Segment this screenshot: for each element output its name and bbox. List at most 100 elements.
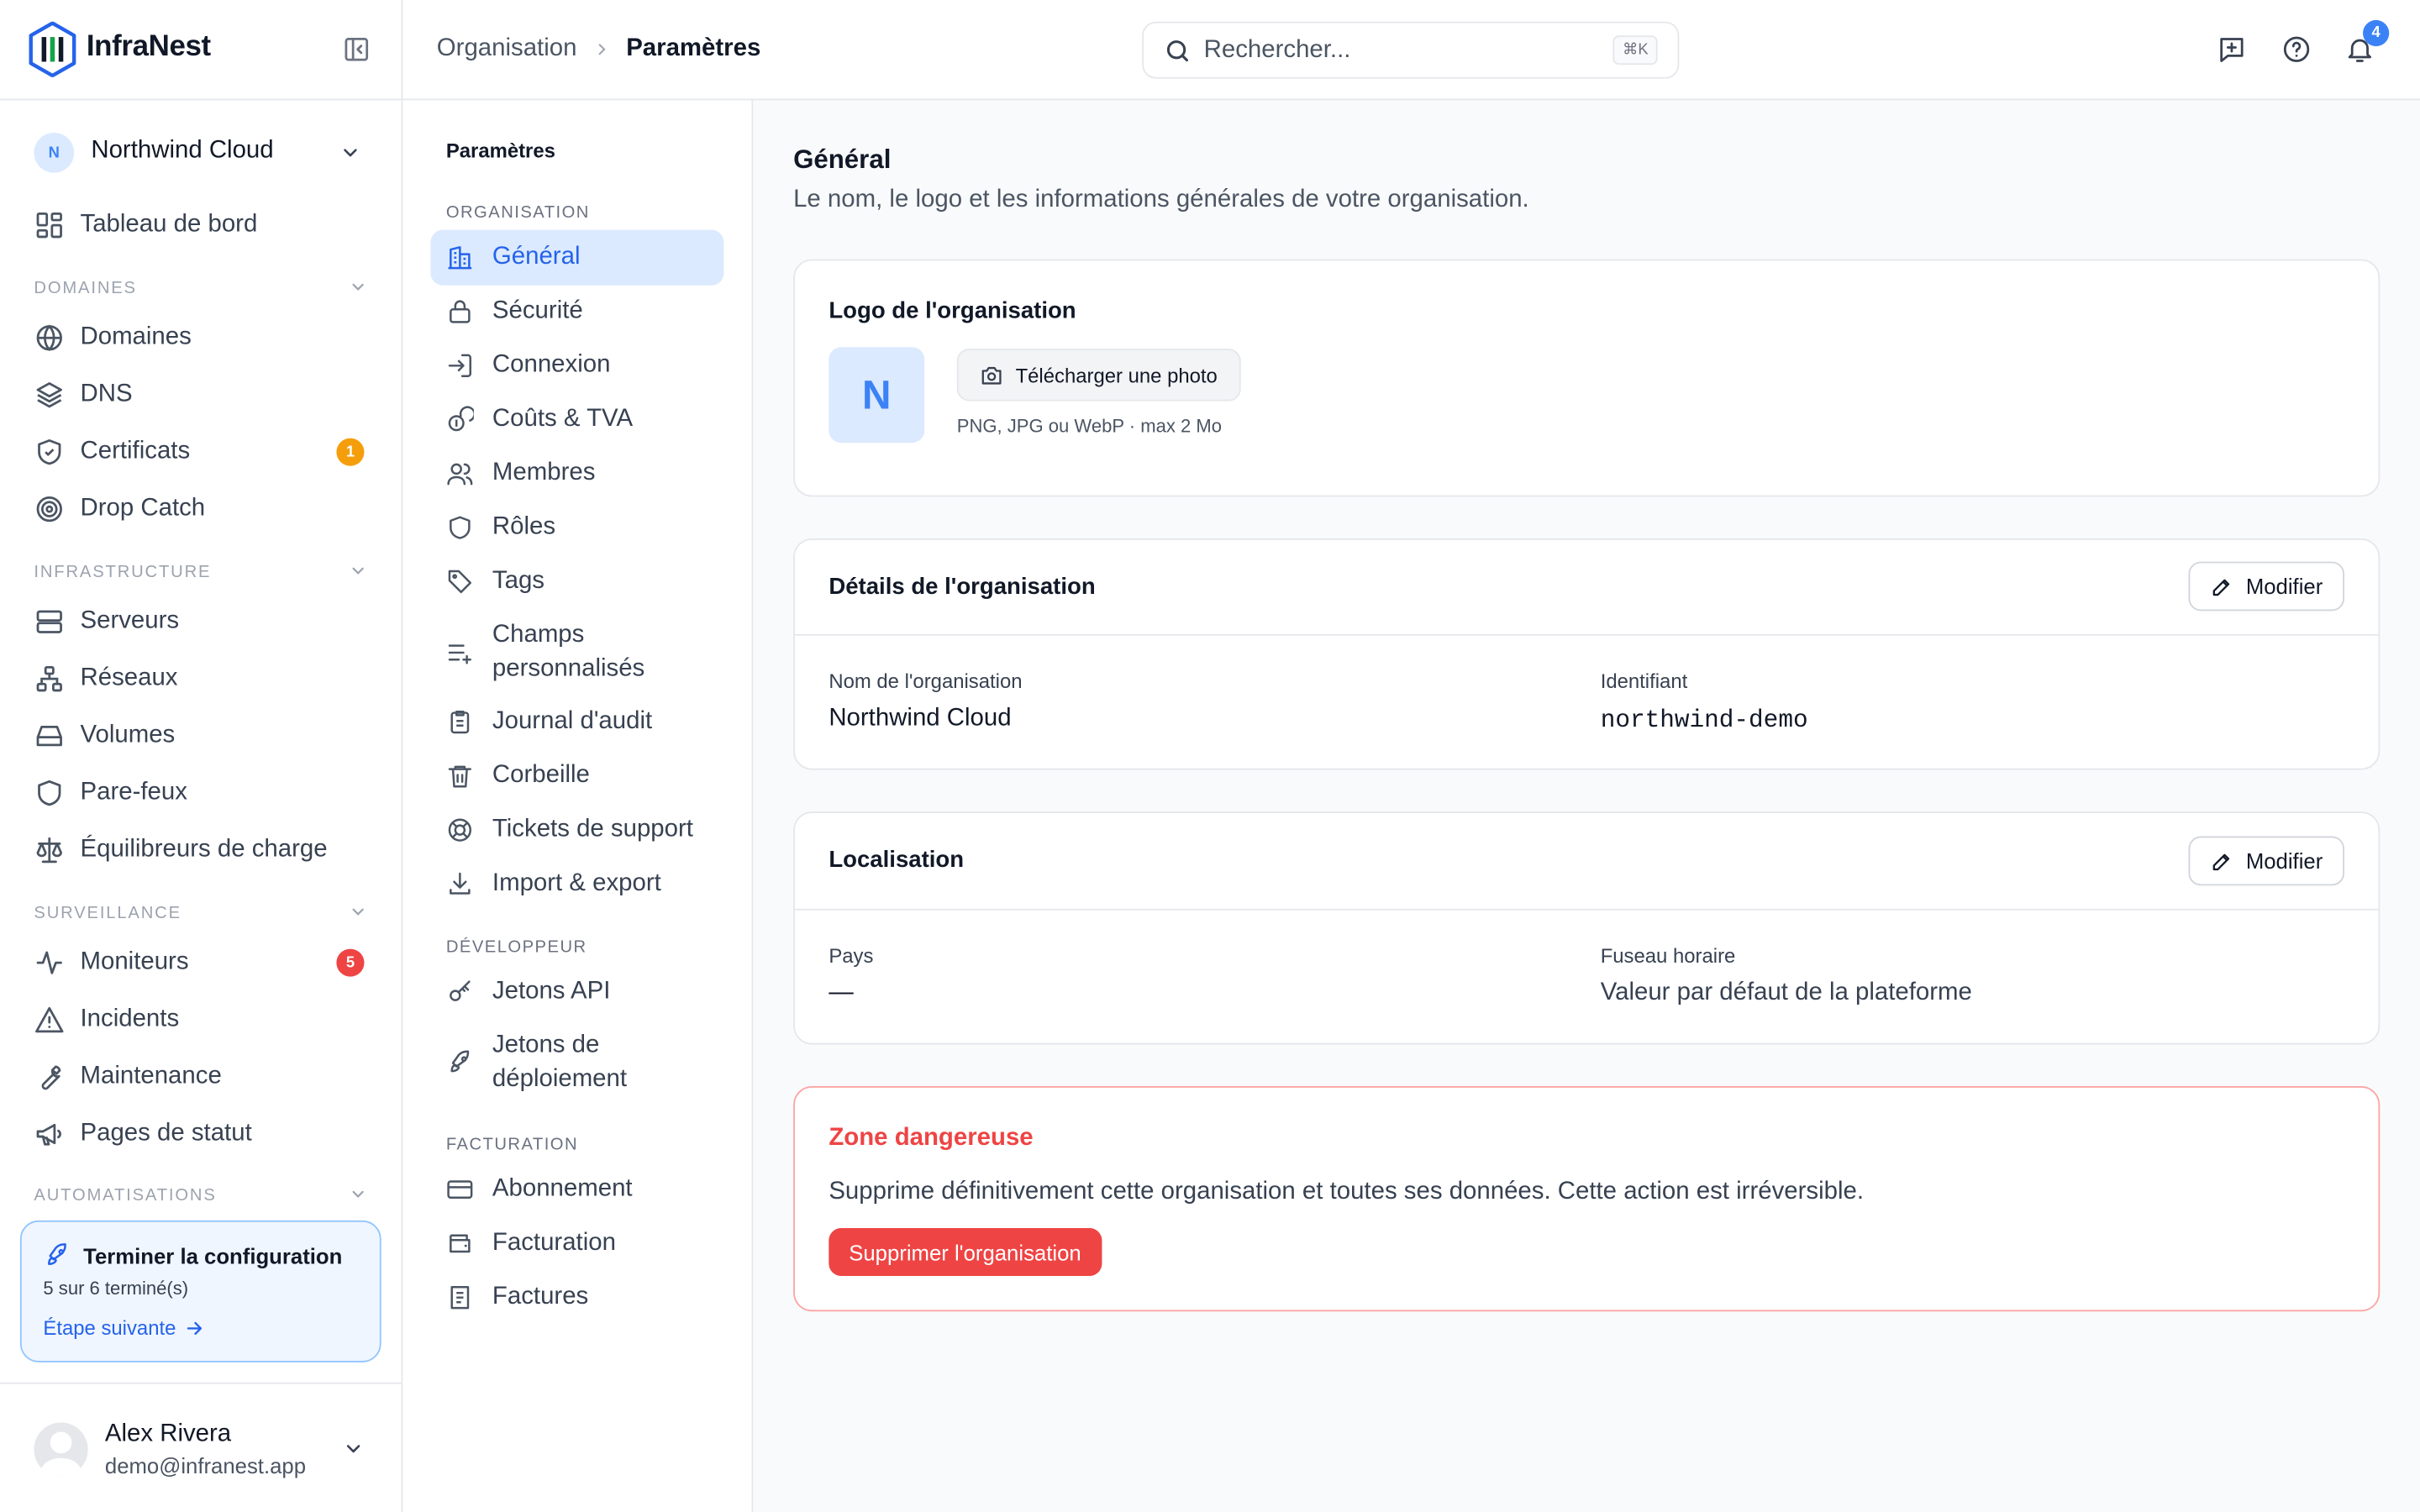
life-buoy-icon — [448, 818, 471, 842]
setup-title: Terminer la configuration — [83, 1243, 343, 1268]
settings-item-tickets-support[interactable]: Tickets de support — [430, 802, 723, 858]
section-surveillance[interactable]: SURVEILLANCE — [34, 904, 373, 922]
settings-item-label: Abonnement — [492, 1175, 633, 1202]
chevron-right-icon — [592, 40, 611, 59]
delete-organisation-button[interactable]: Supprimer l'organisation — [829, 1228, 1102, 1276]
brand-name[interactable]: InfraNest — [87, 31, 211, 65]
shield-check-icon — [38, 439, 61, 465]
infranest-logo-icon[interactable] — [28, 21, 77, 77]
org-logo-placeholder: N — [829, 347, 925, 444]
settings-item-connexion[interactable]: Connexion — [430, 338, 723, 393]
search-box[interactable]: ⌘K — [1142, 21, 1680, 79]
hard-drive-icon — [36, 726, 62, 747]
sidebar-item-status-pages[interactable]: Pages de statut — [34, 1114, 373, 1154]
settings-item-general[interactable]: Général — [430, 229, 724, 286]
edit-localisation-button[interactable]: Modifier — [2188, 836, 2345, 886]
settings-section-developpeur: DÉVELOPPEUR — [445, 937, 587, 957]
field-value-org-name: Northwind Cloud — [829, 705, 1012, 732]
sidebar-item-moniteurs[interactable]: Moniteurs 5 — [34, 942, 373, 983]
settings-item-label: Général — [492, 244, 581, 270]
layers-icon — [36, 382, 62, 408]
section-infrastructure[interactable]: INFRASTRUCTURE — [34, 563, 373, 581]
sidebar-item-label: Domaines — [80, 323, 192, 350]
search-input[interactable] — [1203, 23, 1606, 77]
receipt-icon — [450, 1286, 470, 1310]
sidebar-item-maintenance[interactable]: Maintenance — [34, 1057, 373, 1097]
list-plus-icon — [448, 644, 471, 664]
settings-item-jetons-deploiement[interactable]: Jetons de déploiement — [430, 1018, 723, 1108]
next-step-link[interactable]: Étape suivante — [43, 1316, 205, 1339]
search-shortcut: ⌘K — [1612, 35, 1658, 66]
settings-item-label: Tickets de support — [492, 816, 693, 843]
shield-icon — [38, 780, 61, 806]
pencil-icon — [2213, 853, 2230, 870]
settings-item-label: Import & export — [492, 869, 661, 897]
breadcrumb-current: Paramètres — [626, 35, 761, 62]
main-content: Général Le nom, le logo et les informati… — [753, 100, 2420, 1512]
divider — [794, 633, 2379, 636]
section-automatisations[interactable]: AUTOMATISATIONS — [34, 1186, 373, 1205]
key-icon — [450, 980, 471, 1001]
settings-item-couts-tva[interactable]: Coûts & TVA — [430, 392, 723, 448]
chevron-down-icon — [339, 142, 361, 164]
collapse-sidebar-icon[interactable] — [343, 35, 371, 63]
sidebar-item-label: Moniteurs — [80, 948, 189, 975]
layout-grid-icon — [36, 213, 62, 239]
field-label-timezone: Fuseau horaire — [1600, 944, 1736, 968]
settings-item-tags[interactable]: Tags — [430, 554, 723, 609]
user-menu[interactable]: Alex Rivera demo@infranest.app — [0, 1382, 402, 1512]
settings-item-roles[interactable]: Rôles — [430, 500, 723, 555]
sidebar-item-domaines[interactable]: Domaines — [34, 318, 373, 358]
setup-card[interactable]: Terminer la configuration 5 sur 6 termin… — [19, 1220, 381, 1362]
sidebar-item-label: Incidents — [80, 1005, 180, 1032]
settings-item-label: Membres — [492, 459, 596, 486]
settings-item-label: Jetons API — [492, 978, 611, 1005]
sidebar-item-drop-catch[interactable]: Drop Catch — [34, 489, 373, 529]
settings-item-corbeille[interactable]: Corbeille — [430, 748, 723, 804]
section-title: SURVEILLANCE — [34, 904, 182, 923]
sidebar-item-label: Maintenance — [80, 1063, 222, 1089]
sidebar-item-reseaux[interactable]: Réseaux — [34, 659, 373, 699]
org-switcher[interactable]: N Northwind Cloud — [34, 132, 373, 173]
server-icon — [36, 610, 62, 633]
sidebar-item-dns[interactable]: DNS — [34, 375, 373, 415]
settings-item-factures[interactable]: Factures — [430, 1270, 723, 1326]
section-title: DOMAINES — [34, 279, 137, 298]
logo-card-title: Logo de l'organisation — [829, 297, 1076, 324]
feedback-icon[interactable] — [2217, 34, 2248, 65]
settings-item-securite[interactable]: Sécurité — [430, 284, 723, 339]
settings-item-label: Jetons de déploiement — [492, 1032, 628, 1093]
avatar — [34, 1422, 88, 1477]
sidebar-item-dashboard[interactable]: Tableau de bord — [34, 205, 373, 245]
section-title: AUTOMATISATIONS — [34, 1186, 217, 1205]
sidebar-item-certificats[interactable]: Certificats 1 — [34, 432, 373, 472]
settings-item-champs-personnalises[interactable]: Champs personnalisés — [430, 608, 723, 698]
settings-item-import-export[interactable]: Import & export — [430, 856, 723, 911]
users-icon — [447, 463, 473, 486]
breadcrumb-organisation[interactable]: Organisation — [437, 35, 577, 63]
settings-item-membres[interactable]: Membres — [430, 446, 723, 501]
tag-icon — [448, 570, 471, 594]
sidebar-item-pare-feux[interactable]: Pare-feux — [34, 773, 373, 813]
settings-item-jetons-api[interactable]: Jetons API — [430, 964, 723, 1020]
wrench-icon — [41, 1065, 61, 1090]
notification-badge: 4 — [2363, 19, 2390, 47]
settings-item-facturation[interactable]: Facturation — [430, 1215, 723, 1271]
sidebar-item-label: Volumes — [80, 722, 176, 748]
credit-card-icon — [447, 1180, 473, 1200]
topbar: Organisation Paramètres ⌘K 4 — [402, 0, 2420, 101]
settings-item-journal-audit[interactable]: Journal d'audit — [430, 695, 723, 750]
help-icon[interactable] — [2281, 34, 2312, 65]
certificates-badge: 1 — [336, 438, 365, 466]
sidebar-item-serveurs[interactable]: Serveurs — [34, 601, 373, 642]
section-domaines[interactable]: DOMAINES — [34, 279, 373, 297]
settings-nav-title: Paramètres — [445, 139, 555, 162]
upload-photo-button[interactable]: Télécharger une photo — [956, 349, 1241, 402]
sidebar-item-load-balancers[interactable]: Équilibreurs de charge — [34, 830, 373, 870]
trash-icon — [448, 765, 471, 788]
settings-item-abonnement[interactable]: Abonnement — [430, 1162, 723, 1217]
settings-section-organisation: ORGANISATION — [445, 203, 590, 223]
sidebar-item-incidents[interactable]: Incidents — [34, 1000, 373, 1040]
sidebar-item-volumes[interactable]: Volumes — [34, 716, 373, 756]
edit-details-button[interactable]: Modifier — [2188, 561, 2345, 612]
